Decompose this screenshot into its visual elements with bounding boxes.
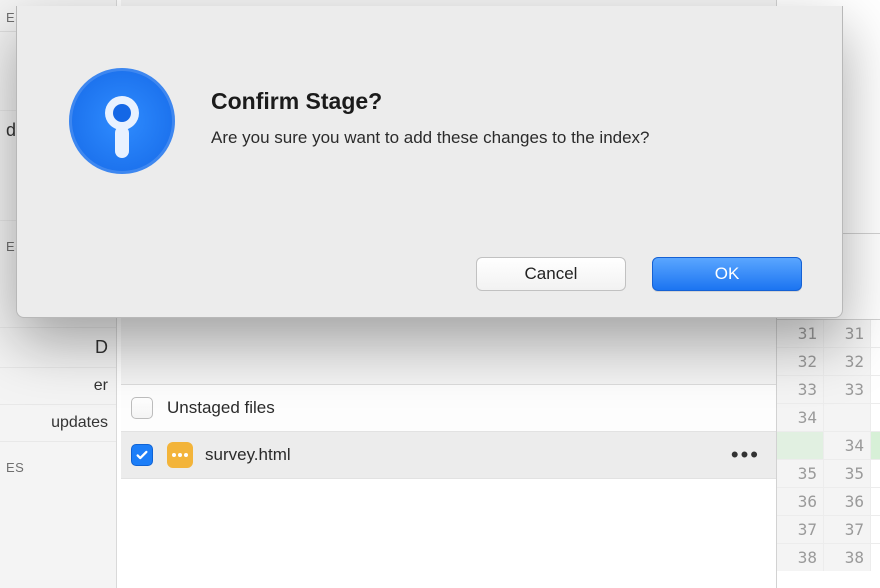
diff-line-numbers: 34 (777, 403, 880, 431)
unstaged-header-label: Unstaged files (167, 398, 760, 418)
sidebar-group-label: ES (0, 441, 116, 484)
unstaged-header-checkbox[interactable] (131, 397, 153, 419)
file-row-checkbox[interactable] (131, 444, 153, 466)
ok-button[interactable]: OK (652, 257, 802, 291)
sidebar-item[interactable]: er (0, 367, 116, 404)
cancel-button[interactable]: Cancel (476, 257, 626, 291)
file-status-modified-icon (167, 442, 193, 468)
app-icon (69, 68, 175, 174)
file-row[interactable]: survey.html ••• (121, 432, 776, 479)
sidebar-item[interactable]: updates (0, 404, 116, 441)
dialog-message: Are you sure you want to add these chang… (211, 127, 691, 150)
diff-line-numbers: 3838 (777, 543, 880, 571)
diff-line-numbers: 3535 (777, 459, 880, 487)
diff-line-numbers: 3333 (777, 375, 880, 403)
diff-line-numbers: 3636 (777, 487, 880, 515)
dialog-title: Confirm Stage? (211, 88, 808, 115)
file-row-filename: survey.html (205, 445, 731, 465)
diff-line-numbers: 3737 (777, 515, 880, 543)
sidebar-item[interactable]: D (0, 327, 116, 367)
diff-line-numbers: 3232 (777, 347, 880, 375)
confirm-stage-dialog: Confirm Stage? Are you sure you want to … (16, 6, 843, 318)
diff-line-numbers: 34 (777, 431, 880, 459)
diff-line-numbers: 3131 (777, 319, 880, 347)
unstaged-files-header[interactable]: Unstaged files (121, 385, 776, 432)
